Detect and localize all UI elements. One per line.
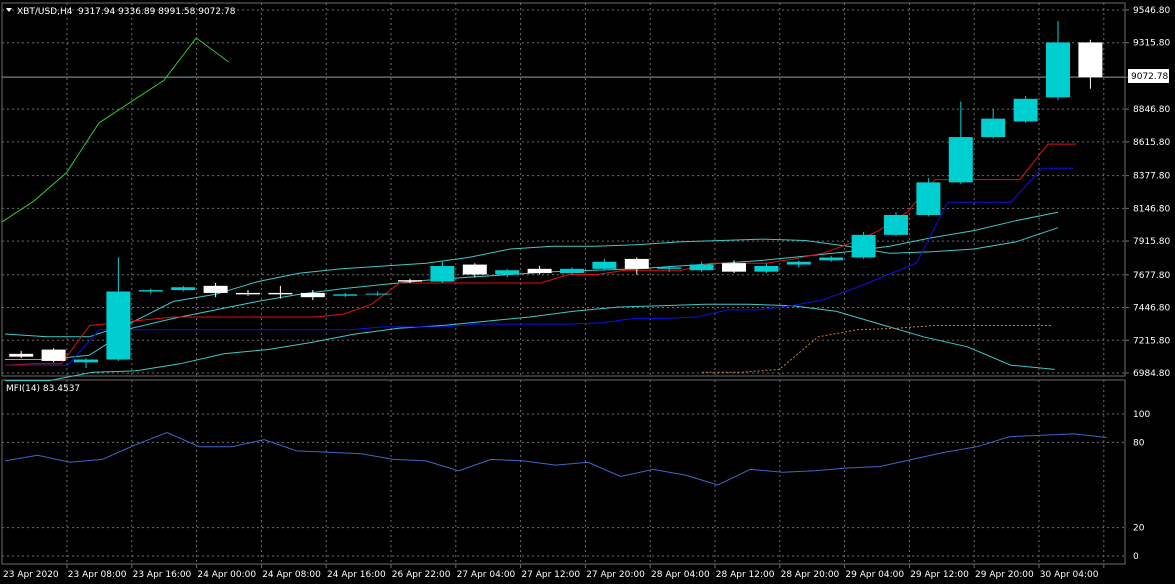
candle-body[interactable] <box>1078 42 1103 78</box>
candle-body[interactable] <box>851 234 876 258</box>
candle-body[interactable] <box>527 268 552 274</box>
candle-body[interactable] <box>236 292 260 295</box>
ohlc-text: 9317.94 9336.89 8991.58 9072.78 <box>78 7 236 17</box>
candle-body[interactable] <box>1046 42 1070 98</box>
mfi-tick-label: 100 <box>1133 410 1150 420</box>
time-tick-label: 29 Apr 04:00 <box>845 570 904 580</box>
trading-chart[interactable]: 9546.80 9315.80 8846.80 8615.80 8377.80 8146.… <box>0 0 1175 584</box>
candle-body[interactable] <box>884 214 908 235</box>
candle-body[interactable] <box>560 268 584 274</box>
candle-body[interactable] <box>948 137 973 183</box>
time-tick-label: 23 Apr 16:00 <box>133 570 192 580</box>
candle-body[interactable] <box>657 267 682 269</box>
price-tick-label: 7446.80 <box>1133 304 1170 314</box>
candle-body[interactable] <box>916 182 941 215</box>
candle-body[interactable] <box>981 118 1006 138</box>
candle-body[interactable] <box>430 265 455 282</box>
candle-body[interactable] <box>300 292 325 298</box>
price-tick-label: 8846.80 <box>1133 105 1170 115</box>
candle-body[interactable] <box>138 290 163 292</box>
candle-body[interactable] <box>171 287 196 291</box>
candle-body[interactable] <box>74 359 98 363</box>
time-tick-label: 30 Apr 04:00 <box>1040 570 1099 580</box>
chart-header: XBT/USD,H4 9317.94 9336.89 8991.58 9072.… <box>6 7 236 17</box>
candle-body[interactable] <box>495 270 520 275</box>
mfi-tick-label: 20 <box>1133 524 1145 534</box>
price-tick-label: 9315.80 <box>1133 39 1170 49</box>
price-tick-label: 8377.80 <box>1133 172 1170 182</box>
time-tick-label: 28 Apr 20:00 <box>781 570 840 580</box>
time-tick-label: 27 Apr 20:00 <box>586 570 645 580</box>
candle-body[interactable] <box>41 349 66 361</box>
candle-body[interactable] <box>398 280 422 282</box>
current-price-tag: 9072.78 <box>1128 69 1169 83</box>
mfi-tick-label: 80 <box>1133 438 1145 448</box>
time-tick-label: 24 Apr 00:00 <box>197 570 256 580</box>
mfi-tick-label: 0 <box>1133 552 1139 562</box>
time-tick-label: 24 Apr 16:00 <box>327 570 386 580</box>
price-tick-label: 7915.80 <box>1133 237 1170 247</box>
mfi-label: MFI(14) 83.4537 <box>6 384 80 394</box>
current-price-label: 9072.78 <box>1131 72 1168 82</box>
candle-body[interactable] <box>786 261 811 265</box>
candle-body[interactable] <box>333 294 358 296</box>
time-tick-label: 28 Apr 12:00 <box>716 570 775 580</box>
price-tick-label: 7677.80 <box>1133 271 1170 281</box>
candle-body[interactable] <box>9 353 34 357</box>
time-tick-label: 27 Apr 12:00 <box>521 570 580 580</box>
candle-body[interactable] <box>722 263 746 272</box>
time-tick-label: 29 Apr 20:00 <box>975 570 1034 580</box>
candle-body[interactable] <box>592 261 617 269</box>
time-tick-label: 29 Apr 12:00 <box>910 570 969 580</box>
candle-body[interactable] <box>624 258 649 269</box>
candle-body[interactable] <box>1013 98 1038 122</box>
symbol-label: XBT/USD,H4 <box>17 7 73 17</box>
price-tick-label: 8615.80 <box>1133 138 1170 148</box>
price-tick-label: 8146.80 <box>1133 204 1170 214</box>
candle-body[interactable] <box>268 292 293 295</box>
price-tick-label: 7215.80 <box>1133 336 1170 346</box>
price-tick-label: 6984.80 <box>1133 369 1170 379</box>
time-tick-label: 27 Apr 04:00 <box>457 570 516 580</box>
candle-body[interactable] <box>365 293 390 295</box>
time-tick-label: 26 Apr 22:00 <box>392 570 451 580</box>
time-tick-label: 23 Apr 08:00 <box>68 570 127 580</box>
candle-body[interactable] <box>689 264 714 271</box>
time-tick-label: 24 Apr 08:00 <box>262 570 321 580</box>
time-tick-label: 23 Apr 2020 <box>3 570 59 580</box>
price-tick-label: 9546.80 <box>1133 6 1170 16</box>
candle-body[interactable] <box>819 257 844 261</box>
candle-body[interactable] <box>754 265 779 272</box>
time-tick-label: 28 Apr 04:00 <box>651 570 710 580</box>
candle-body[interactable] <box>462 264 487 275</box>
chart-background <box>0 0 1175 584</box>
candle-body[interactable] <box>106 291 131 360</box>
candle-body[interactable] <box>203 285 228 293</box>
